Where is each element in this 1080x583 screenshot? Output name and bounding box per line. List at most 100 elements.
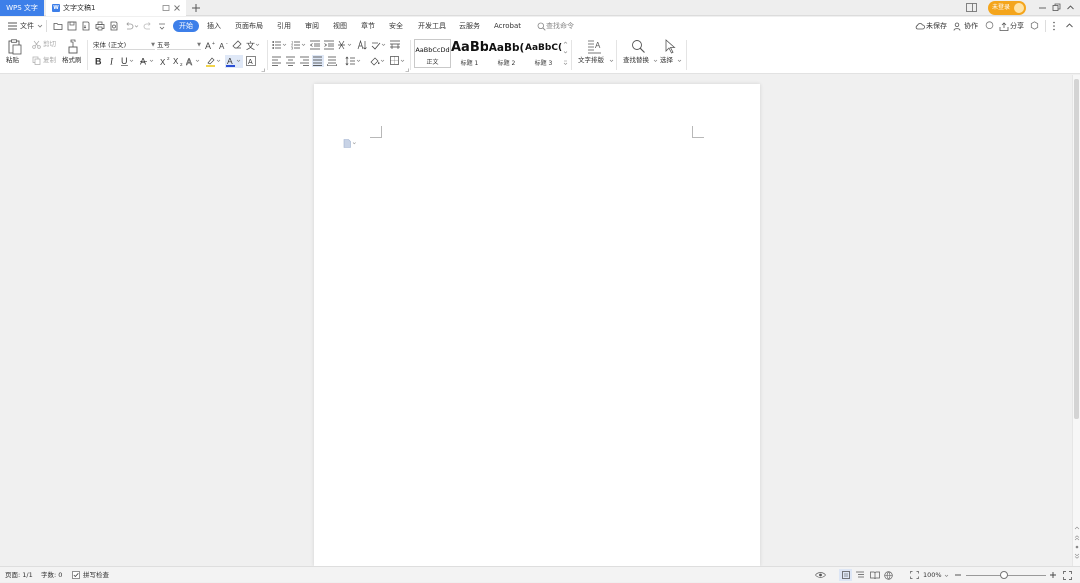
spellcheck-checkbox-icon[interactable] (72, 571, 80, 579)
decrease-indent-icon[interactable] (310, 40, 321, 50)
align-left-icon[interactable] (272, 56, 282, 66)
eye-protection-icon[interactable] (815, 571, 826, 579)
undo-icon[interactable] (124, 21, 134, 31)
find-replace-icon[interactable] (631, 39, 646, 54)
scrollbar-thumb[interactable] (1074, 79, 1079, 419)
paste-icon[interactable] (8, 39, 22, 55)
shading-icon[interactable] (370, 56, 386, 66)
hamburger-menu-icon[interactable] (8, 22, 17, 30)
tab-start[interactable]: 开始 (173, 20, 199, 32)
new-tab-icon[interactable] (191, 3, 201, 13)
vertical-scrollbar[interactable] (1072, 75, 1080, 566)
export-pdf-icon[interactable] (81, 21, 91, 31)
numbered-list-icon[interactable]: 123 (291, 40, 306, 50)
tab-view[interactable]: 视图 (333, 21, 347, 32)
reading-view-icon[interactable] (870, 571, 880, 579)
pinyin-guide-icon[interactable]: 文 (246, 40, 260, 50)
file-dropdown-icon[interactable] (37, 23, 43, 29)
collaborate-button[interactable]: 协作 (964, 21, 978, 32)
tab-sections[interactable]: 章节 (361, 21, 375, 32)
font-size-select[interactable]: 五号 ▼ (157, 40, 201, 50)
italic-icon[interactable]: I (109, 56, 117, 67)
tab-insert[interactable]: 插入 (207, 21, 221, 32)
tab-developer-tools[interactable]: 开发工具 (418, 21, 446, 32)
font-name-select[interactable]: 宋体 (正文) ▼ (93, 40, 155, 50)
zoom-in-icon[interactable] (1049, 571, 1057, 579)
close-tab-icon[interactable] (173, 4, 181, 12)
styles-scroll-down-icon[interactable] (563, 50, 568, 55)
tab-review[interactable]: 审阅 (305, 21, 319, 32)
wps-home-tab[interactable]: WPS 文字 (0, 0, 44, 16)
cut-button[interactable]: 剪切 (43, 40, 56, 49)
document-tab[interactable]: W 文字文稿1 (46, 0, 186, 16)
find-replace-button[interactable]: 查找替换 (623, 56, 649, 65)
paragraph-options-icon[interactable] (343, 139, 357, 148)
paragraph-dialog-launcher-icon[interactable] (405, 68, 409, 72)
align-center-icon[interactable] (286, 56, 296, 66)
fit-page-icon[interactable] (910, 571, 919, 579)
cut-icon[interactable] (32, 40, 41, 49)
redo-icon[interactable] (143, 21, 153, 31)
paste-button[interactable]: 粘贴 (6, 56, 19, 65)
superscript-icon[interactable]: X2 (160, 56, 171, 66)
command-search-input[interactable]: 查找命令 (546, 21, 574, 32)
styles-scroll-up-icon[interactable] (563, 40, 568, 45)
font-dialog-launcher-icon[interactable] (261, 68, 265, 72)
strikethrough-icon[interactable]: A (140, 56, 155, 66)
login-button[interactable]: 未登录 (988, 1, 1026, 15)
sort-icon[interactable] (357, 40, 367, 50)
customize-quick-access-icon[interactable] (158, 21, 166, 31)
font-color-icon[interactable]: A (225, 55, 243, 68)
select-dropdown-icon[interactable] (677, 59, 682, 63)
outline-view-icon[interactable] (856, 571, 865, 579)
increase-indent-icon[interactable] (324, 40, 335, 50)
undo-dropdown-icon[interactable] (134, 24, 139, 29)
justify-icon[interactable] (312, 55, 324, 67)
subscript-icon[interactable]: X2 (173, 56, 184, 66)
copy-icon[interactable] (32, 56, 41, 65)
format-painter-button[interactable]: 格式刷 (62, 56, 82, 65)
text-layout-button[interactable]: 文字排版 (578, 56, 604, 65)
file-menu[interactable]: 文件 (20, 21, 34, 32)
styles-more-icon[interactable] (563, 60, 568, 66)
copy-button[interactable]: 复制 (43, 56, 56, 65)
style-heading-1[interactable]: AaBb 标题 1 (451, 39, 488, 68)
chinese-layout-icon[interactable] (338, 40, 354, 50)
style-heading-2[interactable]: AaBb( 标题 2 (488, 39, 525, 68)
tab-cloud-services[interactable]: 云服务 (459, 21, 480, 32)
distributed-align-icon[interactable] (327, 56, 338, 66)
style-heading-3[interactable]: AaBbC( 标题 3 (525, 39, 562, 68)
save-icon[interactable] (67, 21, 77, 31)
decrease-font-size-icon[interactable]: A- (219, 40, 230, 50)
select-button[interactable]: 选择 (660, 56, 673, 65)
web-view-icon[interactable] (884, 571, 893, 580)
share-button[interactable]: 分享 (1010, 21, 1024, 32)
word-count[interactable]: 字数: 0 (41, 567, 62, 583)
window-mode-icon[interactable] (162, 4, 170, 12)
unsaved-status[interactable]: 未保存 (926, 21, 947, 32)
reading-mode-icon[interactable] (966, 3, 977, 13)
bullet-list-icon[interactable] (272, 40, 287, 50)
restore-icon[interactable] (1052, 3, 1061, 12)
settings-icon[interactable] (1030, 21, 1039, 30)
comment-icon[interactable] (985, 21, 994, 30)
tab-security[interactable]: 安全 (389, 21, 403, 32)
increase-font-size-icon[interactable]: A + (205, 40, 216, 50)
tab-references[interactable]: 引用 (277, 21, 291, 32)
collapse-icon[interactable] (1066, 3, 1075, 12)
text-layout-icon[interactable]: A (587, 39, 602, 54)
underline-icon[interactable]: U (121, 56, 135, 66)
scroll-up-icon[interactable] (1074, 525, 1080, 530)
align-right-icon[interactable] (300, 56, 310, 66)
highlight-icon[interactable] (206, 56, 222, 67)
zoom-level[interactable]: 100% (923, 567, 942, 583)
tab-acrobat[interactable]: Acrobat (494, 21, 521, 32)
document-page[interactable] (314, 84, 760, 566)
print-preview-icon[interactable] (109, 21, 119, 31)
zoom-out-icon[interactable] (954, 571, 962, 579)
character-border-icon[interactable]: A (246, 56, 256, 66)
previous-page-icon[interactable] (1074, 535, 1080, 541)
show-hide-marks-icon[interactable] (371, 40, 387, 50)
text-layout-dropdown-icon[interactable] (609, 59, 614, 63)
next-page-icon[interactable] (1074, 553, 1080, 559)
